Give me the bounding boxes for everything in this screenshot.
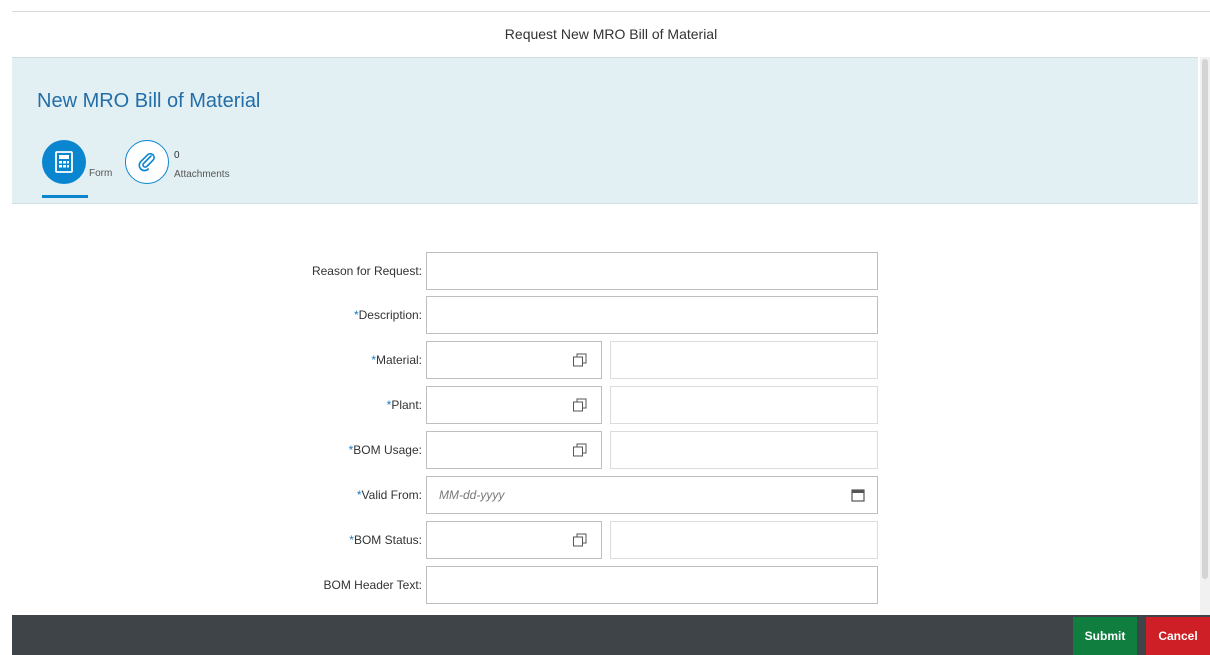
reason-label: Reason for Request: — [311, 264, 422, 278]
description-label: *Description: — [353, 308, 422, 322]
footer-toolbar — [12, 615, 1210, 655]
valid-from-label: *Valid From: — [356, 488, 422, 502]
tab-form[interactable]: Form — [42, 140, 112, 198]
scrollbar-thumb[interactable] — [1202, 59, 1208, 579]
row-description: *Description: — [0, 296, 880, 334]
material-label: *Material: — [371, 353, 422, 367]
tab-selected-indicator — [42, 195, 88, 198]
attachments-count: 0 — [174, 150, 180, 161]
bom-header-text-input[interactable] — [426, 566, 878, 604]
bom-status-label: *BOM Status: — [349, 533, 422, 547]
row-reason: Reason for Request: — [0, 252, 880, 290]
tab-form-label: Form — [89, 168, 113, 179]
reason-input[interactable] — [426, 252, 878, 290]
calendar-icon[interactable] — [850, 487, 866, 503]
cancel-button[interactable]: Cancel — [1146, 617, 1210, 655]
bom-header-text-label: BOM Header Text: — [323, 578, 422, 592]
value-help-icon[interactable] — [572, 442, 588, 458]
page-title: New MRO Bill of Material — [37, 90, 261, 112]
bom-usage-label: *BOM Usage: — [348, 443, 422, 457]
submit-button[interactable]: Submit — [1073, 617, 1137, 655]
description-input[interactable] — [426, 296, 878, 334]
tab-attachments[interactable]: 0 Attachments — [125, 140, 245, 186]
paperclip-icon — [125, 140, 169, 184]
bom-status-description-field — [610, 521, 878, 559]
row-valid-from: *Valid From: — [0, 476, 880, 514]
tab-attachments-label: Attachments — [174, 169, 230, 180]
value-help-icon[interactable] — [572, 352, 588, 368]
value-help-icon[interactable] — [572, 532, 588, 548]
row-plant: *Plant: — [0, 386, 880, 424]
material-description-field — [610, 341, 878, 379]
plant-label: *Plant: — [386, 398, 422, 412]
shell-title: Request New MRO Bill of Material — [504, 26, 718, 42]
row-bom-status: *BOM Status: — [0, 521, 880, 559]
scrollbar[interactable] — [1200, 57, 1210, 615]
row-bom-header-text: BOM Header Text: — [0, 566, 880, 604]
calculator-form-icon — [42, 140, 86, 184]
bom-usage-description-field — [610, 431, 878, 469]
row-material: *Material: — [0, 341, 880, 379]
value-help-icon[interactable] — [572, 397, 588, 413]
plant-description-field — [610, 386, 878, 424]
valid-from-datepicker[interactable] — [426, 476, 878, 514]
row-bom-usage: *BOM Usage: — [0, 431, 880, 469]
object-header: New MRO Bill of Material Form 0 Attachme… — [12, 57, 1198, 204]
